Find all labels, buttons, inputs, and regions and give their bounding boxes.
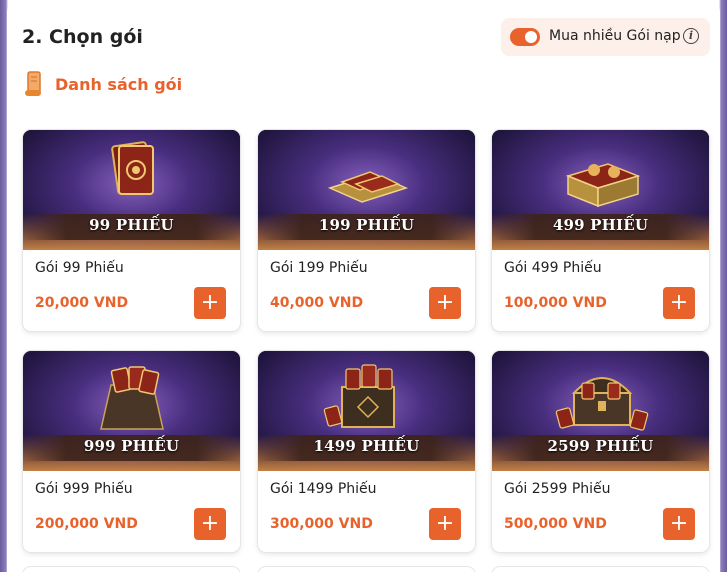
package-card[interactable]: 99 PHIẾU Gói 99 Phiếu 20,000 VND + <box>23 130 240 331</box>
package-banner-image: 499 PHIẾU <box>492 130 709 250</box>
ticket-count-label: 499 PHIẾU <box>552 216 649 234</box>
package-banner-image: 1499 PHIẾU <box>258 351 475 471</box>
info-icon[interactable]: i <box>683 28 699 44</box>
multi-package-toggle-box: Mua nhiều Gói nạp i <box>501 18 710 56</box>
ticket-count-label: 99 PHIẾU <box>89 216 174 234</box>
ticket-count-label: 999 PHIẾU <box>83 437 180 455</box>
package-banner-image: 2599 PHIẾU <box>492 351 709 471</box>
package-banner-image: 199 PHIẾU <box>258 130 475 250</box>
scroll-icon <box>25 71 41 96</box>
package-banner-image: 999 PHIẾU <box>23 351 240 471</box>
package-price: 200,000 VND <box>35 516 138 532</box>
package-card-partial <box>492 567 709 572</box>
package-card-partial <box>258 567 475 572</box>
package-name: Gói 1499 Phiếu <box>270 481 377 497</box>
ticket-count-label: 2599 PHIẾU <box>547 437 654 455</box>
package-price: 20,000 VND <box>35 295 129 311</box>
package-card-partial <box>23 567 240 572</box>
package-card[interactable]: 1499 PHIẾU Gói 1499 Phiếu 300,000 VND + <box>258 351 475 552</box>
add-package-button[interactable]: + <box>429 508 461 540</box>
ticket-pack-icon <box>77 136 187 216</box>
multi-package-label: Mua nhiều Gói nạp <box>549 28 681 44</box>
package-name: Gói 199 Phiếu <box>270 260 368 276</box>
package-card[interactable]: 2599 PHIẾU Gói 2599 Phiếu 500,000 VND + <box>492 351 709 552</box>
package-card[interactable]: 499 PHIẾU Gói 499 Phiếu 100,000 VND + <box>492 130 709 331</box>
ticket-pack-icon <box>312 136 422 216</box>
package-list-label: Danh sách gói <box>55 74 183 94</box>
package-banner-image: 99 PHIẾU <box>23 130 240 250</box>
ticket-count-label: 1499 PHIẾU <box>313 437 420 455</box>
package-price: 100,000 VND <box>504 295 607 311</box>
ticket-pack-icon <box>546 357 656 437</box>
package-name: Gói 99 Phiếu <box>35 260 124 276</box>
add-package-button[interactable]: + <box>663 508 695 540</box>
ticket-pack-icon <box>312 357 422 437</box>
ticket-pack-icon <box>546 136 656 216</box>
package-card[interactable]: 999 PHIẾU Gói 999 Phiếu 200,000 VND + <box>23 351 240 552</box>
add-package-button[interactable]: + <box>194 287 226 319</box>
section-title: 2. Chọn gói <box>22 26 143 48</box>
add-package-button[interactable]: + <box>429 287 461 319</box>
package-name: Gói 999 Phiếu <box>35 481 133 497</box>
package-price: 40,000 VND <box>270 295 364 311</box>
package-card[interactable]: 199 PHIẾU Gói 199 Phiếu 40,000 VND + <box>258 130 475 331</box>
add-package-button[interactable]: + <box>194 508 226 540</box>
ticket-count-label: 199 PHIẾU <box>318 216 415 234</box>
package-name: Gói 499 Phiếu <box>504 260 602 276</box>
package-name: Gói 2599 Phiếu <box>504 481 611 497</box>
package-price: 300,000 VND <box>270 516 373 532</box>
add-package-button[interactable]: + <box>663 287 695 319</box>
package-list-header: Danh sách gói <box>23 70 182 98</box>
ticket-pack-icon <box>77 357 187 437</box>
toggle-knob <box>525 31 537 43</box>
multi-package-toggle[interactable] <box>510 28 540 46</box>
package-price: 500,000 VND <box>504 516 607 532</box>
